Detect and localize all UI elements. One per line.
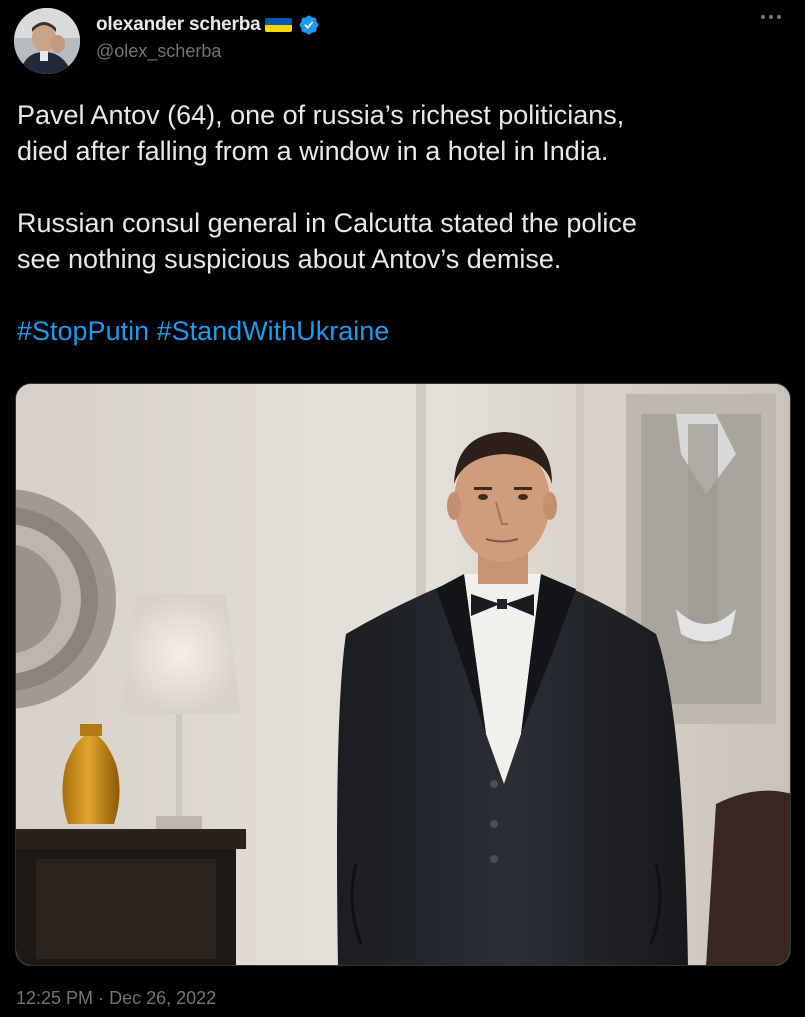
tweet-line: Pavel Antov (64), one of russia’s riches…	[17, 100, 625, 130]
hashtag-link[interactable]: #StandWithUkraine	[157, 316, 390, 346]
tweet-timestamp: 12:25 PM · Dec 26, 2022	[16, 988, 216, 1009]
tweet-text: Pavel Antov (64), one of russia’s riches…	[17, 97, 787, 349]
author-display-name[interactable]: olexander scherba	[96, 14, 261, 36]
tweet-line: Russian consul general in Calcutta state…	[17, 208, 637, 238]
hashtags: #StopPutin #StandWithUkraine	[17, 313, 787, 349]
author-handle[interactable]: @olex_scherba	[96, 41, 320, 62]
name-row: olexander scherba	[96, 12, 320, 38]
hashtag-link[interactable]: #StopPutin	[17, 316, 149, 346]
tweet-time[interactable]: 12:25 PM	[16, 988, 93, 1008]
verified-badge-icon[interactable]	[298, 14, 320, 36]
ukraine-flag-icon	[264, 18, 292, 32]
tweet-line: died after falling from a window in a ho…	[17, 136, 609, 166]
tweet-photo[interactable]	[15, 383, 791, 966]
more-options-icon[interactable]	[757, 10, 785, 34]
timestamp-separator: ·	[98, 988, 105, 1008]
author-avatar[interactable]	[14, 8, 80, 74]
tweet-date[interactable]: Dec 26, 2022	[109, 988, 216, 1008]
tweet: olexander scherba @olex_scherba Pavel An…	[0, 0, 805, 1017]
tweet-paragraph-2: Russian consul general in Calcutta state…	[17, 205, 787, 277]
tweet-line: see nothing suspicious about Antov’s dem…	[17, 244, 562, 274]
tweet-paragraph-1: Pavel Antov (64), one of russia’s riches…	[17, 97, 787, 169]
author-info: olexander scherba @olex_scherba	[96, 12, 320, 62]
